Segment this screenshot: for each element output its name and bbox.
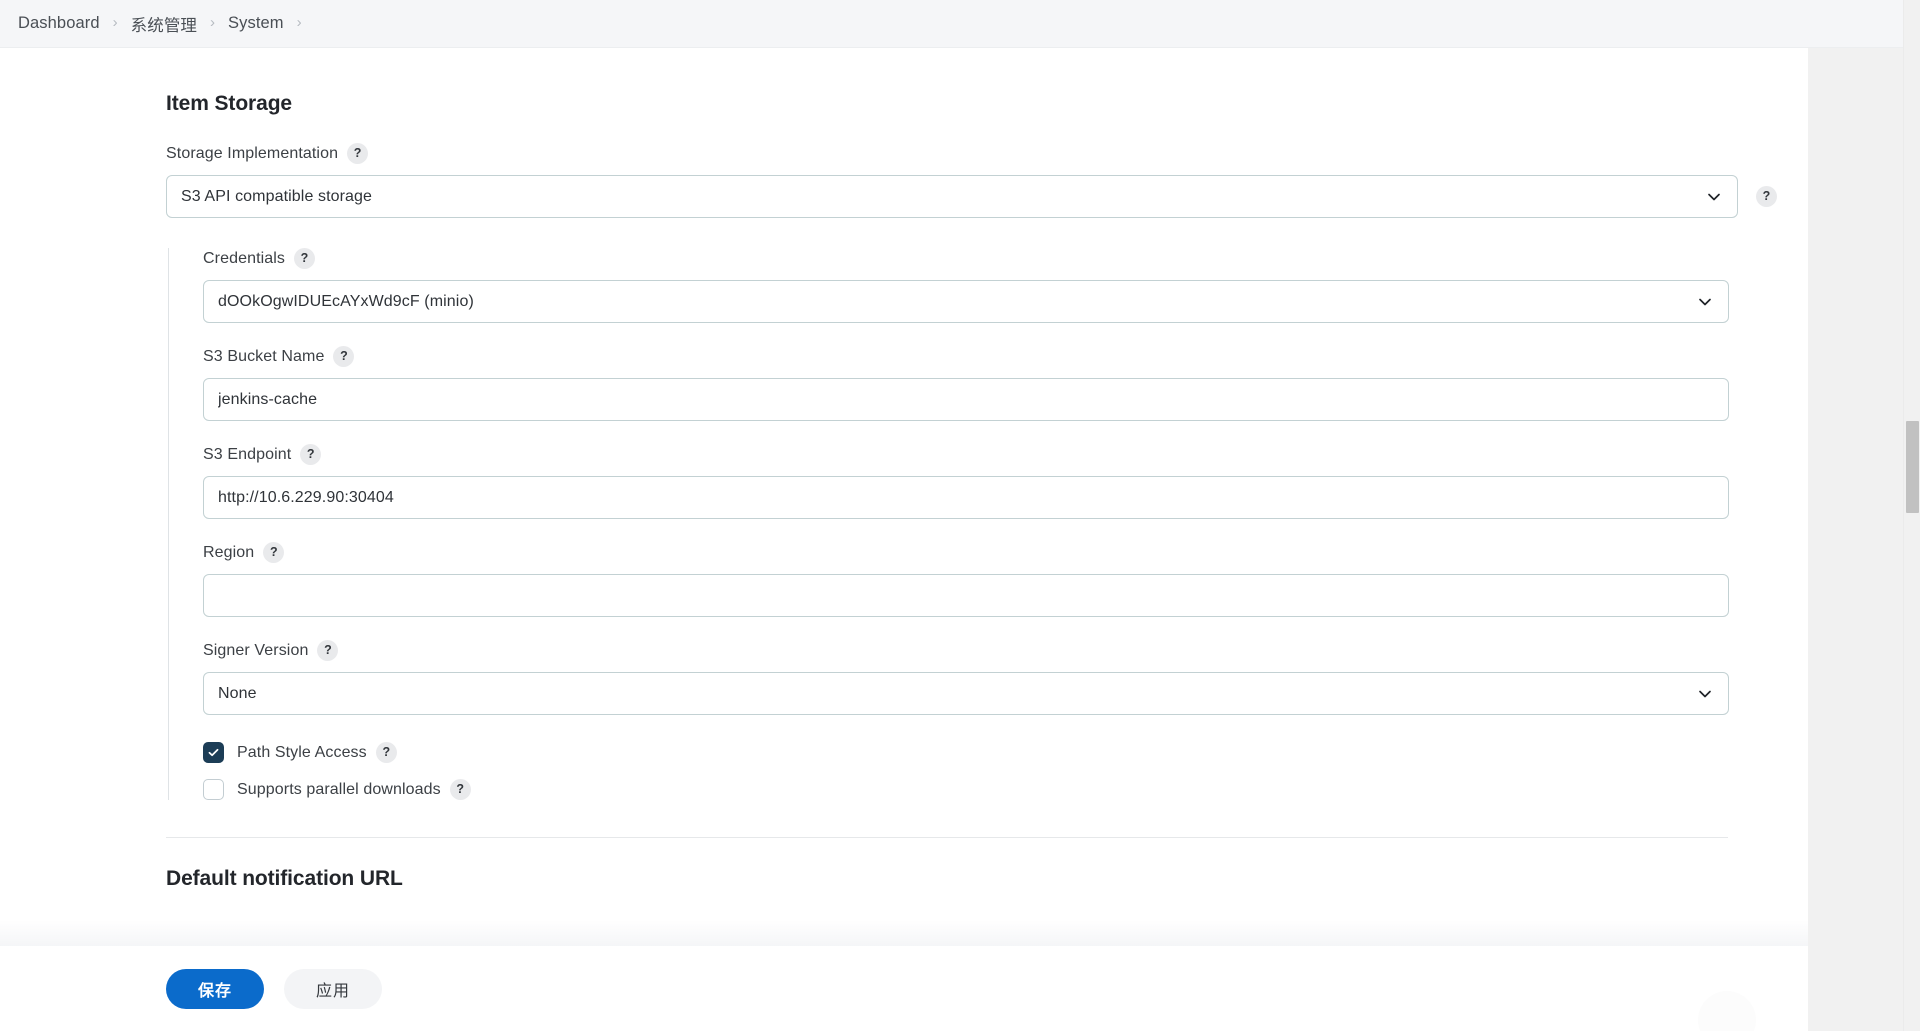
chevron-right-icon: › (210, 15, 215, 30)
chevron-down-icon (1697, 686, 1713, 702)
save-button[interactable]: 保存 (166, 969, 264, 1009)
label-text: Region (203, 544, 254, 562)
section-divider (166, 837, 1728, 838)
endpoint-field: S3 Endpoint ? http://10.6.229.90:30404 (203, 444, 1728, 519)
chevron-right-icon: › (297, 15, 302, 30)
item-storage-section: Item Storage Storage Implementation ? S3… (0, 48, 1808, 891)
form-action-bar: 保存 应用 (0, 946, 1808, 1031)
s3-settings-group: Credentials ? dOOkOgwIDUEcAYxWd9cF (mini… (168, 248, 1728, 800)
help-icon[interactable]: ? (263, 542, 284, 563)
path-style-access-row: Path Style Access ? (203, 742, 1728, 763)
help-icon[interactable]: ? (333, 346, 354, 367)
label-text: S3 Endpoint (203, 446, 291, 464)
bucket-name-input[interactable]: jenkins-cache (203, 378, 1729, 421)
bucket-name-label: S3 Bucket Name ? (203, 346, 1728, 367)
parallel-downloads-checkbox[interactable] (203, 779, 224, 800)
signer-version-select[interactable]: None (203, 672, 1729, 715)
help-icon[interactable]: ? (317, 640, 338, 661)
vertical-scrollbar[interactable] (1903, 0, 1920, 1031)
label-text: Storage Implementation (166, 145, 338, 163)
apply-button[interactable]: 应用 (284, 969, 382, 1009)
storage-implementation-label: Storage Implementation ? (166, 143, 1808, 164)
path-style-access-label: Path Style Access (237, 744, 367, 762)
help-icon[interactable]: ? (450, 779, 471, 800)
breadcrumb-item-dashboard[interactable]: Dashboard (18, 14, 100, 33)
endpoint-input[interactable]: http://10.6.229.90:30404 (203, 476, 1729, 519)
signer-version-label: Signer Version ? (203, 640, 1728, 661)
label-text: Signer Version (203, 642, 308, 660)
parallel-downloads-row: Supports parallel downloads ? (203, 779, 1728, 800)
credentials-field: Credentials ? dOOkOgwIDUEcAYxWd9cF (mini… (203, 248, 1728, 323)
storage-implementation-field: Storage Implementation ? S3 API compatib… (166, 143, 1808, 218)
breadcrumb: Dashboard › 系统管理 › System › (0, 0, 1920, 48)
help-icon[interactable]: ? (294, 248, 315, 269)
endpoint-label: S3 Endpoint ? (203, 444, 1728, 465)
configuration-page: Item Storage Storage Implementation ? S3… (0, 48, 1808, 1031)
breadcrumb-item-system-management[interactable]: 系统管理 (131, 12, 197, 36)
region-input[interactable] (203, 574, 1729, 617)
help-icon[interactable]: ? (347, 143, 368, 164)
storage-implementation-select[interactable]: S3 API compatible storage (166, 175, 1738, 218)
chevron-down-icon (1706, 189, 1722, 205)
input-value: http://10.6.229.90:30404 (218, 489, 394, 507)
region-field: Region ? (203, 542, 1728, 617)
help-icon[interactable]: ? (376, 742, 397, 763)
selected-value: dOOkOgwIDUEcAYxWd9cF (minio) (218, 293, 474, 311)
selected-value: None (218, 685, 257, 703)
region-label: Region ? (203, 542, 1728, 563)
chevron-down-icon (1697, 294, 1713, 310)
help-fab-icon[interactable] (1698, 991, 1756, 1031)
scrollbar-thumb[interactable] (1906, 421, 1919, 513)
input-value: jenkins-cache (218, 391, 317, 409)
help-icon[interactable]: ? (1756, 186, 1777, 207)
breadcrumb-item-system[interactable]: System (228, 14, 284, 33)
page-gutter (1808, 48, 1903, 1031)
selected-value: S3 API compatible storage (181, 188, 372, 206)
page-title: Item Storage (166, 92, 1808, 116)
label-text: Credentials (203, 250, 285, 268)
storage-implementation-row: S3 API compatible storage ? (166, 175, 1808, 218)
credentials-select[interactable]: dOOkOgwIDUEcAYxWd9cF (minio) (203, 280, 1729, 323)
path-style-access-checkbox[interactable] (203, 742, 224, 763)
credentials-label: Credentials ? (203, 248, 1728, 269)
signer-version-field: Signer Version ? None (203, 640, 1728, 715)
label-text: S3 Bucket Name (203, 348, 324, 366)
help-icon[interactable]: ? (300, 444, 321, 465)
chevron-right-icon: › (113, 15, 118, 30)
parallel-downloads-label: Supports parallel downloads (237, 781, 441, 799)
bucket-name-field: S3 Bucket Name ? jenkins-cache (203, 346, 1728, 421)
default-notification-url-title: Default notification URL (166, 867, 1808, 891)
